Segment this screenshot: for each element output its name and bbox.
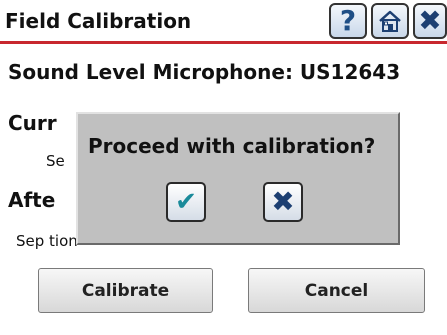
calibrate-button[interactable]: Calibrate bbox=[38, 268, 213, 313]
help-icon: ? bbox=[339, 4, 357, 37]
close-button[interactable]: ✖ bbox=[413, 3, 447, 39]
current-calibration-detail: Se bbox=[46, 152, 65, 170]
window-title: Field Calibration bbox=[5, 9, 192, 33]
confirm-dialog: Proceed with calibration? ✔ ✖ bbox=[76, 112, 400, 245]
current-calibration-label: Curr bbox=[8, 111, 57, 135]
confirm-yes-button[interactable]: ✔ bbox=[166, 182, 206, 222]
close-icon: ✖ bbox=[418, 4, 442, 37]
device-label: Sound Level Microphone: US12643 bbox=[8, 60, 401, 84]
help-button[interactable]: ? bbox=[329, 3, 367, 39]
x-icon: ✖ bbox=[271, 185, 295, 218]
home-icon bbox=[379, 10, 401, 32]
cancel-button[interactable]: Cancel bbox=[248, 268, 425, 313]
dialog-message: Proceed with calibration? bbox=[88, 134, 376, 158]
confirm-no-button[interactable]: ✖ bbox=[263, 182, 303, 222]
checkmark-icon: ✔ bbox=[175, 187, 197, 217]
after-calibration-detail: Sep tion bbox=[16, 232, 78, 250]
after-calibration-label: Afte bbox=[8, 188, 56, 212]
home-button[interactable] bbox=[371, 3, 409, 39]
title-bar: Field Calibration ? ✖ bbox=[0, 0, 447, 44]
